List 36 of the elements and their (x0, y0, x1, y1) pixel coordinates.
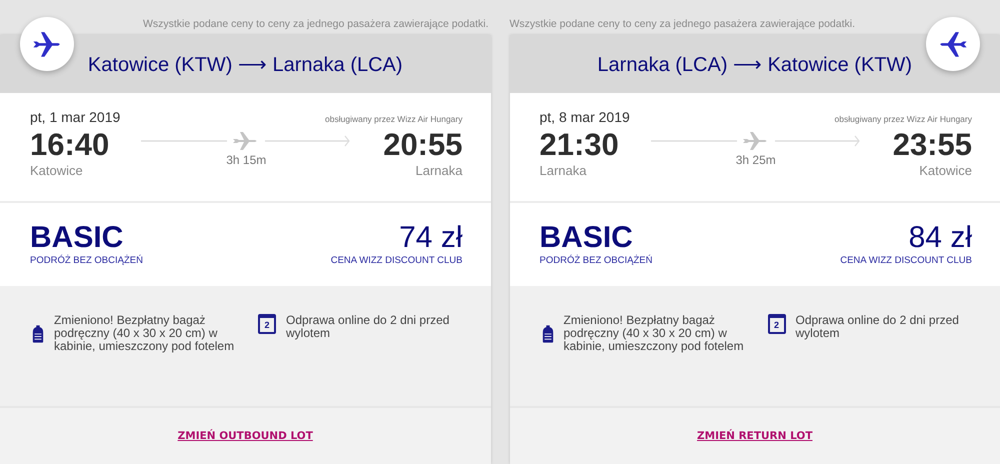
departure-city: Larnaka (540, 163, 588, 178)
fare-subtitle: PODRÓŻ BEZ OBCIĄŻEŃ (540, 255, 652, 266)
price: 84 zł (908, 223, 972, 253)
route-title: Larnaka (LCA) ⟶ Katowice (KTW) (597, 52, 912, 76)
arrival-time: 23:55 (892, 127, 972, 163)
operator-text: obsługiwany przez Wizz Air Hungary (325, 114, 462, 124)
arrival-city: Larnaka (416, 163, 462, 178)
price-note: CENA WIZZ DISCOUNT CLUB (330, 255, 462, 266)
feature-text: Zmieniono! Bezpłatny bagaż podręczny (40 x 30 x 20 cm) w kabinie, umieszczony pod fotelem (54, 314, 236, 353)
departure-city: Katowice (30, 163, 84, 178)
calendar-icon: 2 (768, 314, 786, 334)
price-note: CENA WIZZ DISCOUNT CLUB (840, 255, 972, 266)
flight-duration: 3h 25m (736, 153, 776, 167)
feature-text: Odprawa online do 2 dni przed wylotem (286, 314, 450, 340)
arrival-time: 20:55 (383, 127, 462, 163)
feature-text: Zmieniono! Bezpłatny bagaż podręczny (40 x 30 x 20 cm) w kabinie, umieszczony pod fotelem (564, 314, 745, 353)
flight-date: pt, 8 mar 2019 (540, 109, 630, 125)
price-notice: Wszystkie podane ceny to ceny za jednego pasażera zawierające podatki. (142, 18, 488, 30)
backpack-icon (32, 324, 44, 344)
fare-name: BASIC (30, 223, 124, 253)
operator-text: obsługiwany przez Wizz Air Hungary (834, 114, 972, 124)
fare-subtitle: PODRÓŻ BEZ OBCIĄŻEŃ (30, 255, 143, 266)
price: 74 zł (399, 223, 462, 253)
feature-text: Odprawa online do 2 dni przed wylotem (796, 314, 960, 340)
price-notice: Wszystkie podane ceny to ceny za jednego pasażera zawierające podatki. (510, 18, 856, 30)
fare-name: BASIC (540, 223, 634, 253)
arrival-city: Katowice (919, 163, 972, 178)
flight-duration: 3h 15m (226, 153, 266, 167)
calendar-icon: 2 (258, 314, 276, 334)
change-flight-link[interactable]: ZMIEŃ OUTBOUND LOT (178, 430, 313, 442)
departure-time: 16:40 (30, 127, 110, 163)
change-flight-link[interactable]: ZMIEŃ RETURN LOT (697, 430, 812, 442)
route-title: Katowice (KTW) ⟶ Larnaka (LCA) (88, 52, 403, 76)
backpack-icon (542, 324, 554, 344)
departure-time: 21:30 (540, 127, 619, 163)
flight-date: pt, 1 mar 2019 (30, 109, 120, 125)
